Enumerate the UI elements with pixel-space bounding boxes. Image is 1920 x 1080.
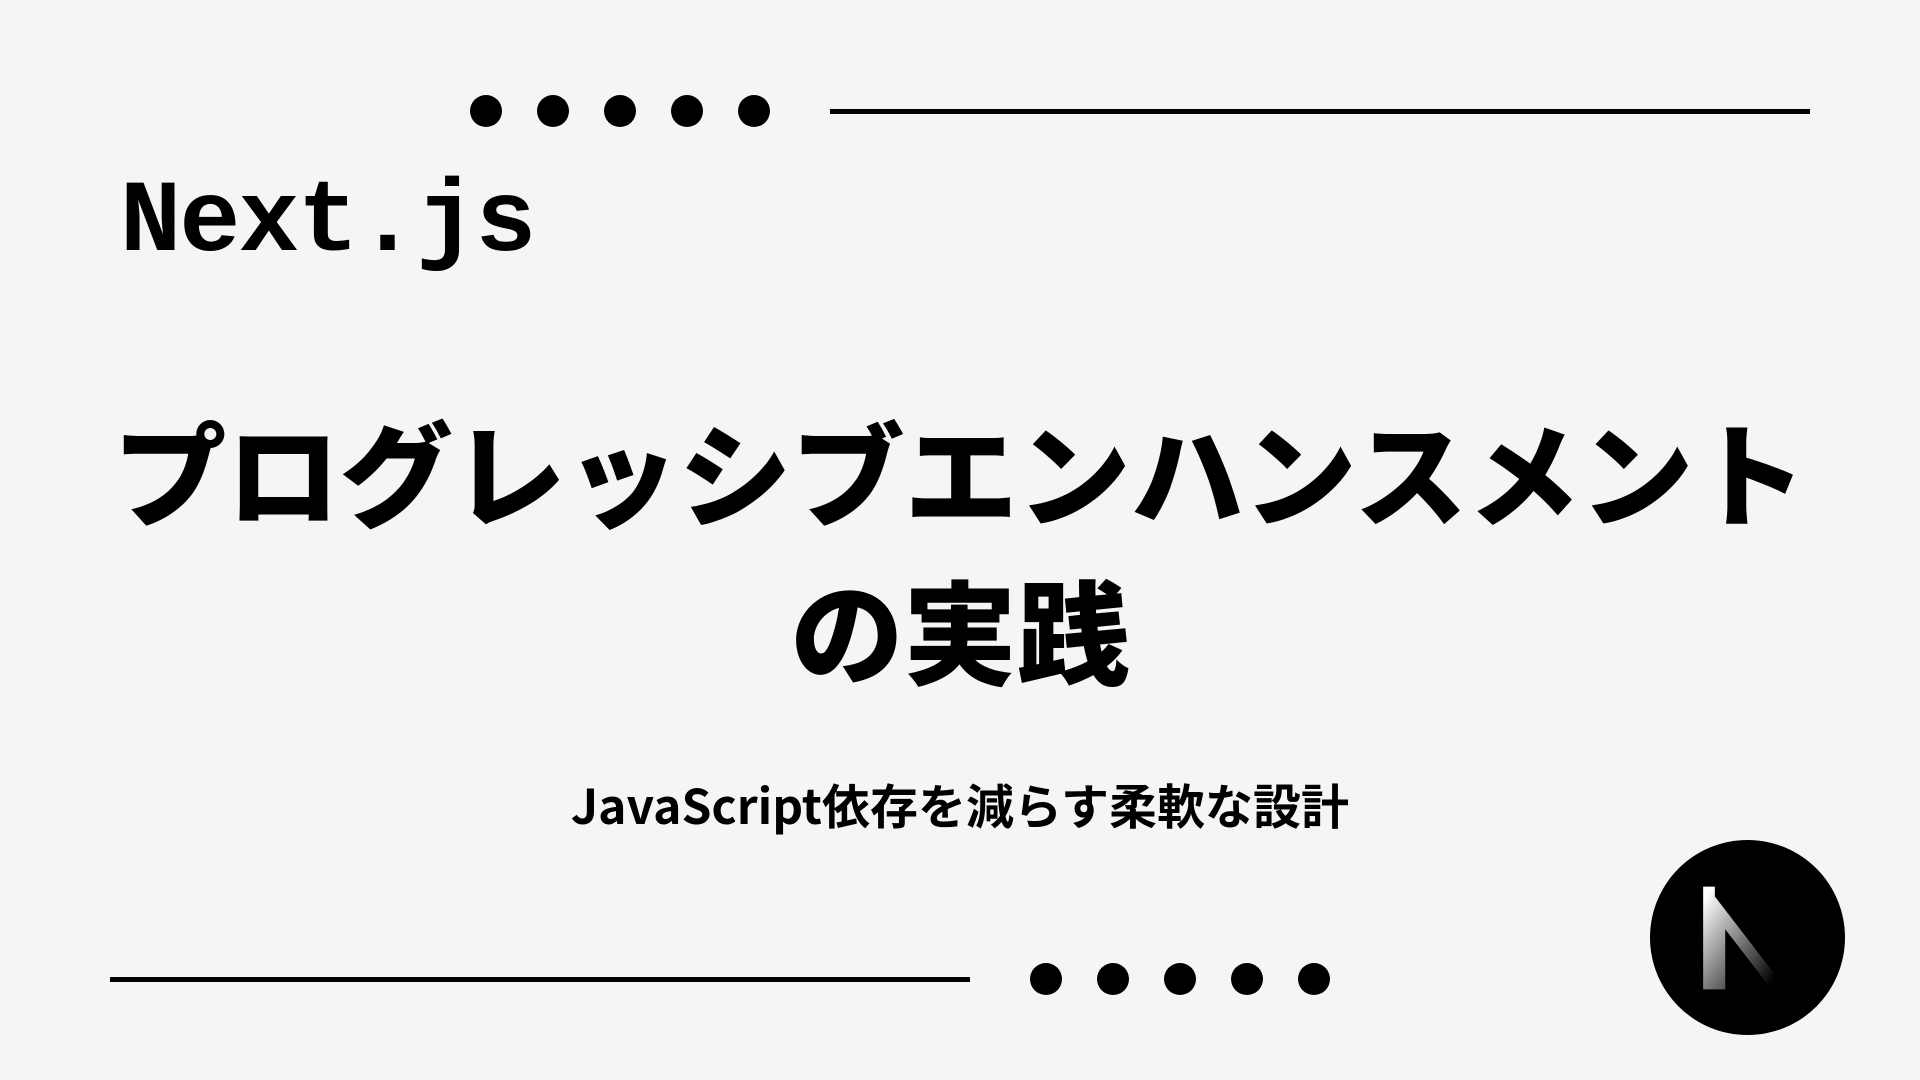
- dot-icon: [738, 95, 770, 127]
- top-decoration: [0, 95, 1920, 127]
- framework-label: Next.js: [120, 165, 534, 281]
- dot-icon: [1164, 963, 1196, 995]
- dot-icon: [671, 95, 703, 127]
- dot-icon: [1030, 963, 1062, 995]
- slide-title: プログレッシブエンハンスメントの実践: [0, 390, 1920, 706]
- dot-icon: [604, 95, 636, 127]
- slide-subtitle: JavaScript依存を減らす柔軟な設計: [0, 768, 1920, 838]
- dot-icon: [470, 95, 502, 127]
- dot-icon: [1097, 963, 1129, 995]
- nextjs-logo-icon: [1650, 840, 1845, 1035]
- decoration-line: [830, 109, 1810, 114]
- dot-icon: [537, 95, 569, 127]
- dot-icon: [1298, 963, 1330, 995]
- decoration-line: [110, 977, 970, 982]
- dot-icon: [1231, 963, 1263, 995]
- bottom-decoration: [0, 963, 1920, 995]
- decoration-dots: [470, 95, 770, 127]
- decoration-dots: [1030, 963, 1330, 995]
